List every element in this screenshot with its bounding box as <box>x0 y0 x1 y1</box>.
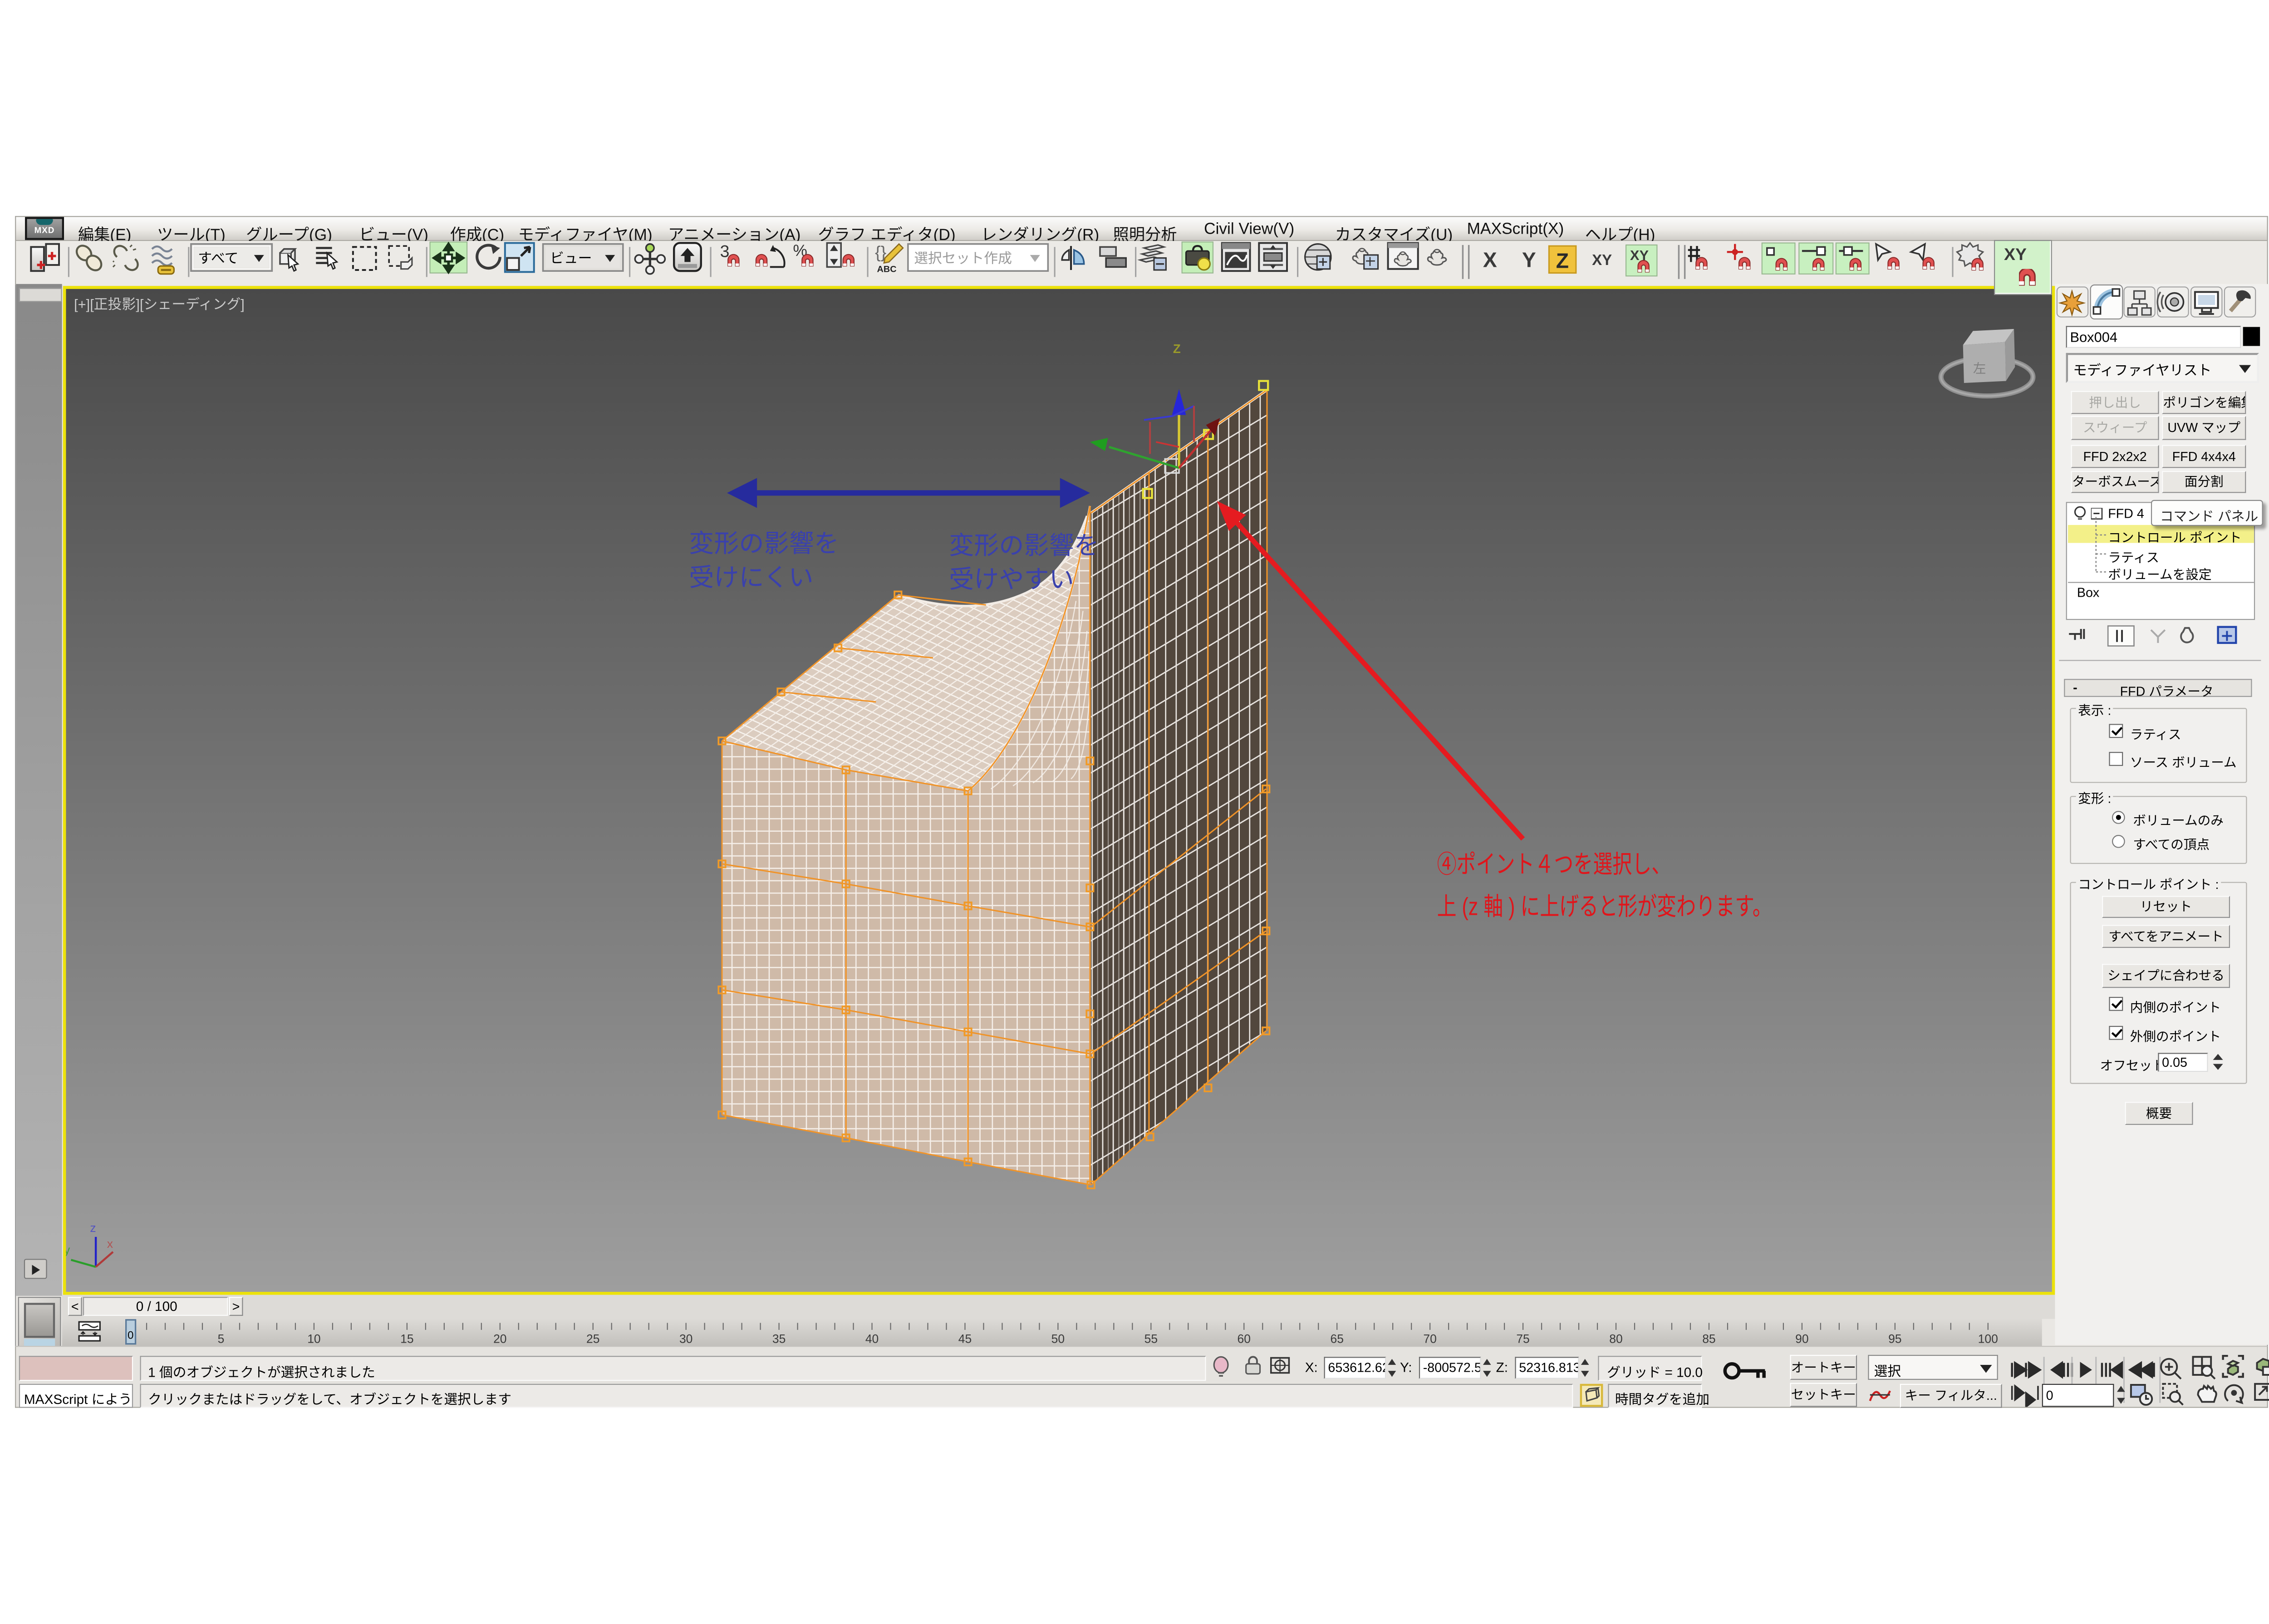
svg-text:Y: Y <box>1522 248 1536 271</box>
svg-text:ビュー: ビュー <box>550 250 592 266</box>
svg-text:0: 0 <box>128 1330 133 1342</box>
svg-text:すべて: すべて <box>198 250 238 266</box>
svg-text:60: 60 <box>1238 1332 1251 1345</box>
svg-text:90: 90 <box>1795 1332 1808 1345</box>
svg-text:55: 55 <box>1144 1332 1158 1345</box>
svg-text:20: 20 <box>493 1332 506 1345</box>
svg-text:80: 80 <box>1609 1332 1622 1345</box>
svg-text:70: 70 <box>1423 1332 1436 1345</box>
svg-text:x: x <box>107 1237 113 1251</box>
svg-text:XY: XY <box>1592 252 1612 269</box>
svg-text:95: 95 <box>1888 1332 1901 1345</box>
svg-text:40: 40 <box>865 1332 879 1345</box>
svg-text:X: X <box>1483 248 1497 271</box>
svg-text:35: 35 <box>772 1332 786 1345</box>
svg-text:50: 50 <box>1051 1332 1065 1345</box>
svg-text:25: 25 <box>586 1332 599 1345</box>
svg-text:選択セット作成: 選択セット作成 <box>914 250 1012 266</box>
svg-text:85: 85 <box>1702 1332 1715 1345</box>
svg-text:45: 45 <box>958 1332 972 1345</box>
svg-text:Z: Z <box>1173 342 1181 356</box>
svg-text:y: y <box>66 1243 70 1256</box>
svg-text:15: 15 <box>400 1332 413 1345</box>
svg-text:30: 30 <box>679 1332 692 1345</box>
svg-text:左: 左 <box>1973 362 1986 376</box>
svg-text:75: 75 <box>1516 1332 1529 1345</box>
svg-text:Z: Z <box>1556 249 1569 273</box>
svg-text:5: 5 <box>218 1332 225 1345</box>
svg-text:100: 100 <box>1978 1332 1998 1345</box>
svg-text:z: z <box>90 1221 96 1235</box>
svg-text:ABC: ABC <box>877 264 897 274</box>
svg-text:65: 65 <box>1331 1332 1344 1345</box>
svg-text:10: 10 <box>307 1332 320 1345</box>
